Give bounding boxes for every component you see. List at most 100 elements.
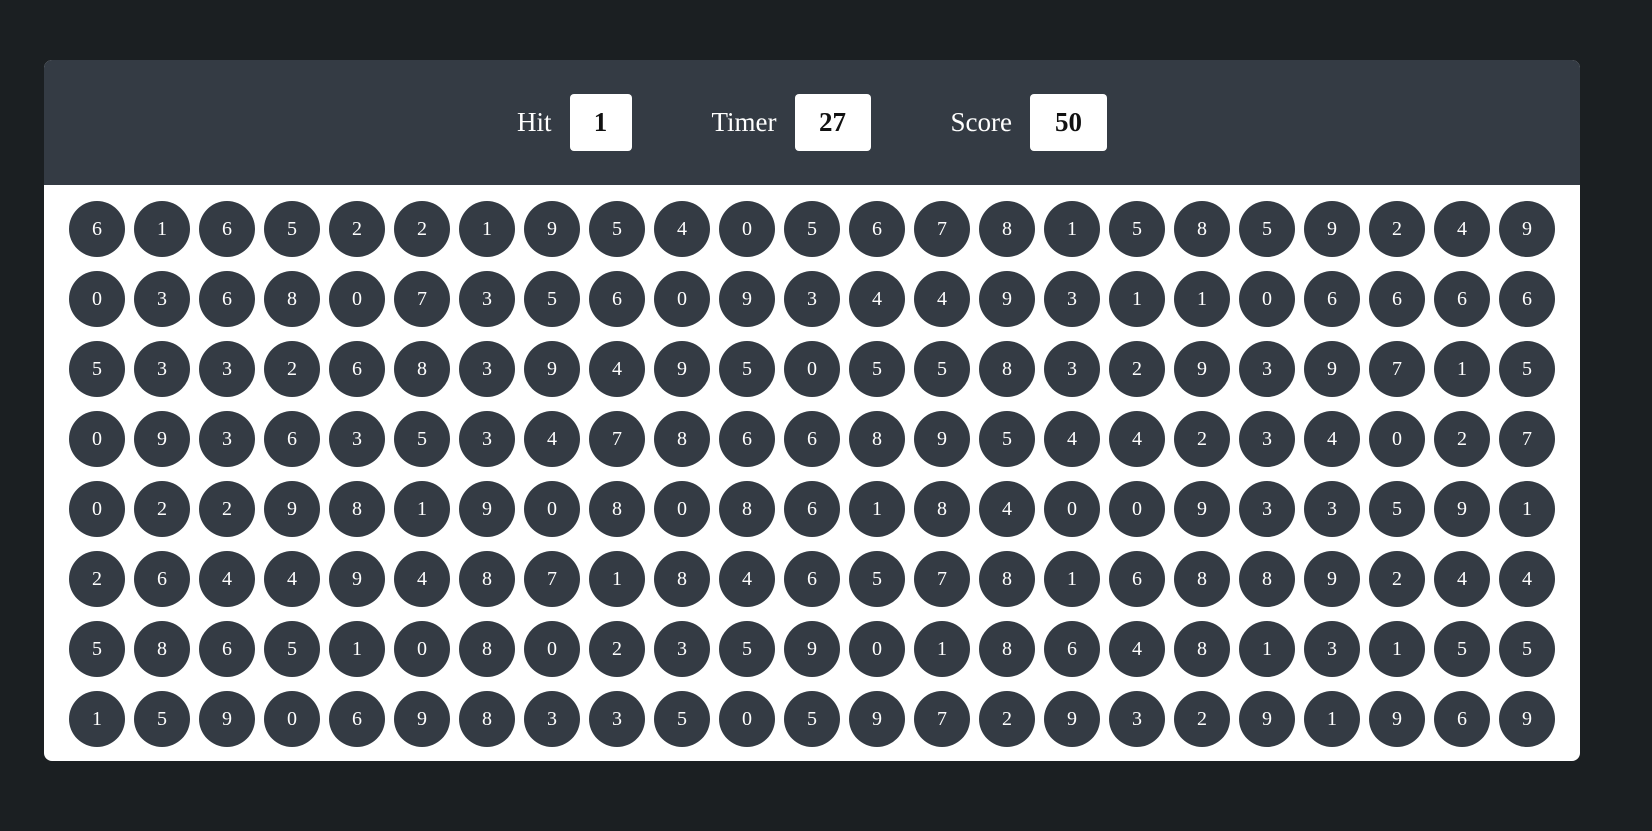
bubble[interactable]: 2 [1109,341,1165,397]
bubble[interactable]: 9 [654,341,710,397]
bubble[interactable]: 7 [1369,341,1425,397]
bubble[interactable]: 4 [1434,201,1490,257]
bubble[interactable]: 2 [979,691,1035,747]
bubble[interactable]: 3 [589,691,645,747]
bubble[interactable]: 1 [1044,201,1100,257]
bubble[interactable]: 4 [264,551,320,607]
bubble[interactable]: 5 [589,201,645,257]
bubble[interactable]: 1 [459,201,515,257]
bubble[interactable]: 1 [1109,271,1165,327]
bubble[interactable]: 9 [524,341,580,397]
bubble[interactable]: 8 [134,621,190,677]
bubble[interactable]: 1 [1239,621,1295,677]
bubble[interactable]: 6 [199,621,255,677]
bubble[interactable]: 4 [1499,551,1555,607]
bubble[interactable]: 4 [394,551,450,607]
bubble[interactable]: 8 [979,201,1035,257]
bubble[interactable]: 6 [1109,551,1165,607]
bubble[interactable]: 3 [1044,341,1100,397]
bubble[interactable]: 4 [979,481,1035,537]
bubble[interactable]: 6 [1434,691,1490,747]
bubble[interactable]: 2 [1369,201,1425,257]
bubble[interactable]: 4 [914,271,970,327]
bubble[interactable]: 6 [784,481,840,537]
bubble[interactable]: 1 [329,621,385,677]
bubble[interactable]: 9 [329,551,385,607]
bubble[interactable]: 7 [524,551,580,607]
bubble[interactable]: 4 [1044,411,1100,467]
bubble[interactable]: 0 [524,481,580,537]
bubble[interactable]: 4 [1109,411,1165,467]
bubble[interactable]: 9 [524,201,580,257]
bubble[interactable]: 5 [1369,481,1425,537]
bubble[interactable]: 2 [1434,411,1490,467]
bubble[interactable]: 5 [1499,341,1555,397]
bubble[interactable]: 0 [719,201,775,257]
bubble[interactable]: 3 [1304,621,1360,677]
bubble[interactable]: 4 [654,201,710,257]
bubble[interactable]: 4 [1109,621,1165,677]
bubble[interactable]: 9 [719,271,775,327]
bubble[interactable]: 5 [264,621,320,677]
bubble[interactable]: 3 [134,271,190,327]
bubble[interactable]: 6 [1304,271,1360,327]
bubble[interactable]: 8 [849,411,905,467]
bubble[interactable]: 3 [1304,481,1360,537]
bubble[interactable]: 1 [1044,551,1100,607]
bubble[interactable]: 1 [589,551,645,607]
bubble[interactable]: 9 [1304,341,1360,397]
bubble[interactable]: 9 [264,481,320,537]
bubble[interactable]: 0 [1109,481,1165,537]
bubble[interactable]: 4 [1434,551,1490,607]
bubble[interactable]: 3 [459,271,515,327]
bubble[interactable]: 1 [394,481,450,537]
bubble[interactable]: 5 [719,341,775,397]
bubble[interactable]: 0 [849,621,905,677]
bubble[interactable]: 1 [134,201,190,257]
bubble[interactable]: 0 [719,691,775,747]
bubble[interactable]: 0 [654,481,710,537]
bubble[interactable]: 8 [654,551,710,607]
bubble[interactable]: 9 [979,271,1035,327]
bubble[interactable]: 8 [329,481,385,537]
bubble[interactable]: 1 [1174,271,1230,327]
bubble[interactable]: 5 [784,691,840,747]
bubble[interactable]: 7 [914,201,970,257]
bubble[interactable]: 9 [1304,551,1360,607]
bubble[interactable]: 0 [69,271,125,327]
bubble[interactable]: 6 [199,271,255,327]
bubble[interactable]: 6 [329,691,385,747]
bubble[interactable]: 9 [199,691,255,747]
bubble[interactable]: 9 [914,411,970,467]
bubble[interactable]: 5 [264,201,320,257]
bubble[interactable]: 2 [589,621,645,677]
bubble[interactable]: 2 [69,551,125,607]
bubble[interactable]: 5 [134,691,190,747]
bubble[interactable]: 5 [69,341,125,397]
bubble[interactable]: 6 [1434,271,1490,327]
bubble[interactable]: 1 [1369,621,1425,677]
bubble[interactable]: 6 [784,551,840,607]
bubble[interactable]: 4 [1304,411,1360,467]
bubble[interactable]: 6 [1499,271,1555,327]
bubble[interactable]: 3 [1109,691,1165,747]
bubble[interactable]: 8 [394,341,450,397]
bubble[interactable]: 5 [979,411,1035,467]
bubble[interactable]: 6 [199,201,255,257]
bubble[interactable]: 2 [199,481,255,537]
bubble[interactable]: 3 [199,341,255,397]
bubble[interactable]: 7 [589,411,645,467]
bubble[interactable]: 9 [849,691,905,747]
bubble[interactable]: 4 [524,411,580,467]
bubble[interactable]: 5 [394,411,450,467]
bubble[interactable]: 2 [134,481,190,537]
bubble[interactable]: 7 [394,271,450,327]
bubble[interactable]: 3 [1239,411,1295,467]
bubble[interactable]: 0 [264,691,320,747]
bubble[interactable]: 4 [199,551,255,607]
bubble[interactable]: 9 [1434,481,1490,537]
bubble[interactable]: 8 [719,481,775,537]
bubble[interactable]: 8 [1174,201,1230,257]
bubble[interactable]: 8 [979,341,1035,397]
bubble[interactable]: 8 [654,411,710,467]
